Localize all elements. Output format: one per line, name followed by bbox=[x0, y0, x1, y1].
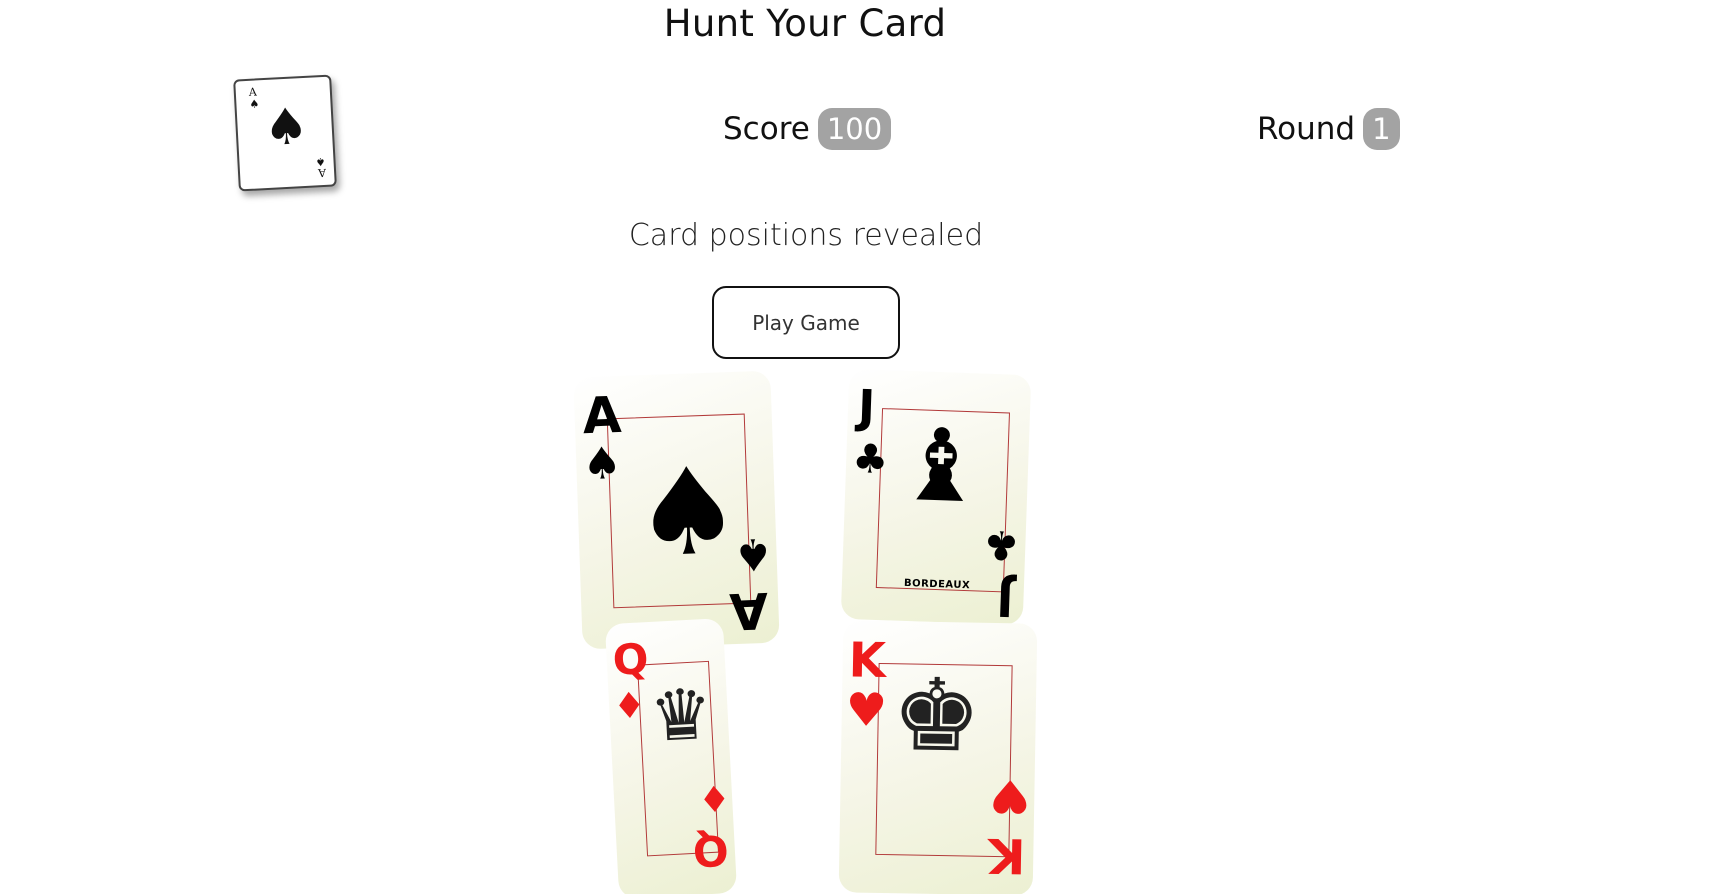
score-label: Score bbox=[723, 111, 810, 147]
card-king-of-hearts[interactable]: K ♥ ♚ ♥ K bbox=[838, 620, 1038, 894]
king-figure-icon: ♚ bbox=[890, 656, 983, 775]
round-label: Round bbox=[1257, 111, 1356, 147]
page-title: Hunt Your Card bbox=[663, 2, 947, 45]
card-rank: Q bbox=[611, 634, 650, 685]
card-rank-bottom: Q bbox=[691, 825, 731, 876]
target-card: A ♠ ♠ ♠ A bbox=[233, 74, 337, 192]
diamond-icon: ♦ bbox=[612, 685, 647, 728]
play-game-button[interactable]: Play Game bbox=[712, 286, 900, 359]
game-page: Hunt Your Card A ♠ ♠ ♠ A Score 100 Round… bbox=[0, 0, 1723, 894]
queen-figure-icon: ♛ bbox=[647, 672, 715, 758]
spade-icon: ♠ bbox=[732, 527, 774, 581]
target-card-rank-bottom: A bbox=[317, 165, 327, 180]
card-rank: J bbox=[857, 379, 877, 434]
card-rank-bottom: A bbox=[728, 580, 770, 641]
target-card-rank: A bbox=[248, 85, 258, 99]
round-display: Round 1 bbox=[1257, 108, 1400, 150]
card-jack-of-clubs[interactable]: J ♣ ♝ BORDEAUX ♣ J bbox=[840, 368, 1032, 626]
card-rank: A bbox=[581, 385, 623, 446]
card-rank: K bbox=[848, 632, 887, 690]
score-badge: 100 bbox=[817, 108, 892, 150]
club-icon: ♣ bbox=[851, 436, 889, 484]
spade-icon: ♠ bbox=[262, 96, 310, 158]
card-rank-bottom: J bbox=[995, 572, 1015, 626]
jack-figure-icon: ♝ bbox=[894, 405, 988, 526]
club-icon: ♣ bbox=[982, 520, 1021, 568]
heart-icon: ♥ bbox=[988, 768, 1031, 824]
status-message: Card positions revealed bbox=[628, 218, 984, 253]
card-rank-bottom: K bbox=[987, 826, 1026, 884]
heart-icon: ♥ bbox=[845, 682, 888, 738]
spade-icon: ♠ bbox=[581, 437, 623, 491]
round-badge: 1 bbox=[1363, 108, 1400, 150]
card-ace-of-spades[interactable]: A ♠ ♠ ♠ A bbox=[573, 370, 780, 650]
card-sign: BORDEAUX bbox=[903, 577, 971, 592]
spade-center-icon: ♠ bbox=[631, 441, 745, 585]
target-card-suit-icon: ♠ bbox=[249, 97, 260, 111]
diamond-icon: ♦ bbox=[696, 775, 732, 819]
card-queen-of-diamonds[interactable]: Q ♦ ♛ ♦ Q bbox=[604, 618, 738, 894]
score-display: Score 100 bbox=[723, 108, 892, 150]
